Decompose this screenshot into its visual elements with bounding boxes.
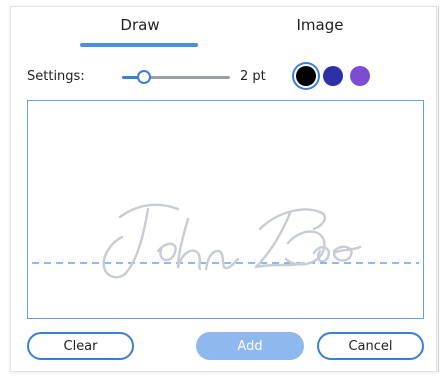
signature-canvas[interactable] bbox=[27, 100, 424, 319]
signature-placeholder bbox=[102, 203, 362, 279]
color-swatch-blue[interactable] bbox=[323, 66, 343, 86]
signature-canvas-drawing bbox=[32, 203, 419, 279]
color-swatch-purple[interactable] bbox=[350, 66, 370, 86]
cancel-button[interactable]: Cancel bbox=[317, 332, 424, 360]
color-swatch-black[interactable] bbox=[296, 66, 316, 86]
settings-label: Settings: bbox=[27, 69, 85, 84]
add-button[interactable]: Add bbox=[196, 332, 304, 360]
tab-draw[interactable]: Draw bbox=[80, 16, 200, 34]
window-edge bbox=[438, 6, 445, 372]
active-tab-indicator bbox=[80, 43, 198, 47]
clear-button[interactable]: Clear bbox=[27, 332, 134, 360]
tab-image[interactable]: Image bbox=[260, 16, 380, 34]
stroke-width-value: 2 pt bbox=[240, 69, 266, 84]
slider-thumb[interactable] bbox=[136, 70, 151, 84]
